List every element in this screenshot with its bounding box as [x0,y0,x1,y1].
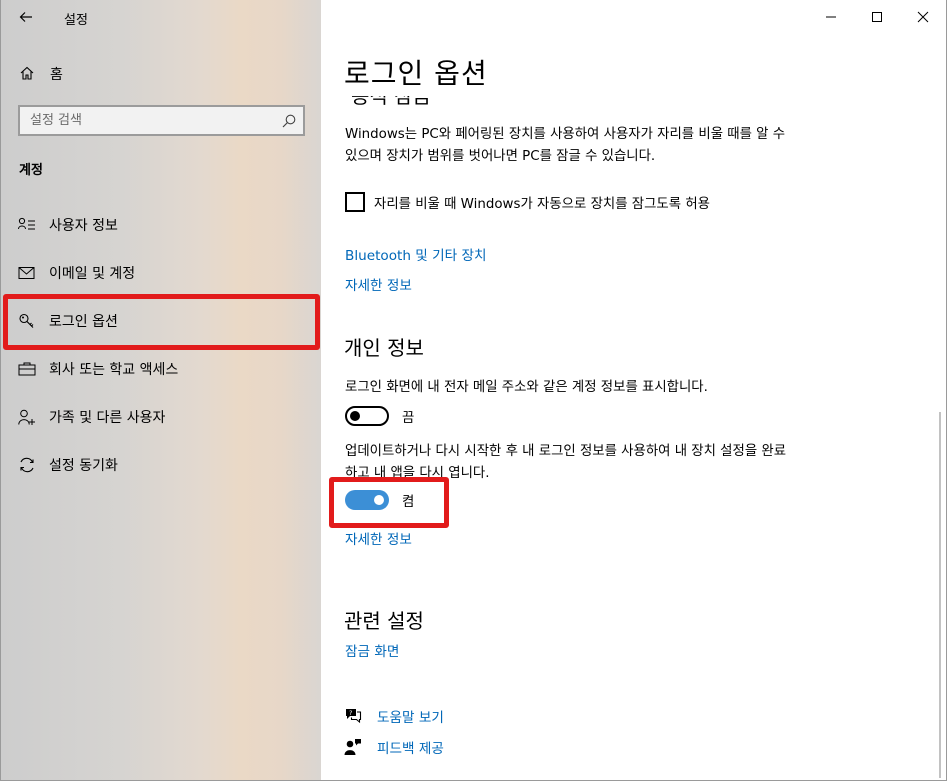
use-signin-info-text: 업데이트하거나 다시 시작한 후 내 로그인 정보를 사용하여 내 장치 설정을… [345,444,787,481]
page-title: 로그인 옵션 [344,57,488,90]
dynamic-lock-heading: 동적 잠금 [351,96,471,108]
sidebar-item-label: 가족 및 다른 사용자 [49,410,166,426]
toggle-state-label: 끔 [402,411,415,426]
get-help-row[interactable]: ? 도움말 보기 [344,706,444,726]
close-button[interactable] [900,0,946,34]
maximize-icon [872,12,882,22]
home-icon [20,66,34,80]
toggle-state-label: 켬 [402,495,415,510]
feedback-icon [344,739,361,755]
sidebar-item-label: 설정 동기화 [49,458,118,474]
maximize-button[interactable] [854,0,900,34]
help-chat-icon: ? [346,709,362,724]
show-account-details-toggle[interactable] [345,406,389,426]
feedback-row[interactable]: 피드백 제공 [344,737,444,757]
sidebar-item-label: 사용자 정보 [49,218,118,234]
user-info-icon [18,217,35,230]
more-info-link[interactable]: 자세한 정보 [345,274,412,294]
dynamic-lock-checkbox[interactable] [345,192,365,212]
sidebar-item-label: 이메일 및 계정 [49,266,136,282]
sidebar-item-home[interactable]: 홈 [1,58,322,88]
content-pane: 로그인 옵션 동적 잠금 Windows는 PC와 페어링된 장치를 사용하여 … [321,0,947,781]
mail-icon [18,267,35,279]
minimize-icon [826,16,836,18]
privacy-heading: 개인 정보 [344,336,424,360]
window-controls [808,0,946,34]
briefcase-icon [18,362,36,376]
search-icon[interactable] [281,113,297,129]
minimize-button[interactable] [808,0,854,34]
sync-icon [20,457,34,473]
sidebar-item-email-accounts[interactable]: 이메일 및 계정 [1,250,322,296]
dynamic-lock-heading-text: 동적 잠금 [351,96,431,108]
sidebar: 설정 홈 계정 사용자 정보 이메일 및 계정 [0,0,321,781]
key-icon [19,313,34,328]
lock-screen-link[interactable]: 잠금 화면 [345,640,399,660]
sidebar-item-sign-in-options[interactable]: 로그인 옵션 [1,298,322,344]
search-input[interactable] [20,107,270,134]
svg-text:?: ? [349,709,352,717]
sidebar-item-sync-settings[interactable]: 설정 동기화 [1,442,322,488]
show-account-details-text: 로그인 화면에 내 전자 메일 주소와 같은 계정 정보를 표시합니다. [345,380,708,395]
use-signin-info-toggle[interactable] [345,490,389,510]
show-account-details-toggle-row[interactable]: 끔 [345,406,414,426]
section-label: 계정 [19,163,43,178]
titlebar: 설정 [1,0,322,34]
dynamic-lock-checkbox-row[interactable]: 자리를 비울 때 Windows가 자동으로 장치를 잠그도록 허용 [345,191,710,213]
scrollbar[interactable] [939,412,941,778]
dynamic-lock-description: Windows는 PC와 페어링된 장치를 사용하여 사용자가 자리를 비울 때… [345,127,786,164]
dynamic-lock-checkbox-label: 자리를 비울 때 Windows가 자동으로 장치를 잠그도록 허용 [374,197,710,212]
sidebar-item-label: 로그인 옵션 [49,314,118,330]
sidebar-item-work-school[interactable]: 회사 또는 학교 액세스 [1,346,322,392]
more-info-link-2[interactable]: 자세한 정보 [345,528,412,548]
back-arrow-icon [19,12,32,22]
related-settings-heading: 관련 설정 [344,609,424,633]
back-button[interactable] [11,4,41,30]
sidebar-item-label: 회사 또는 학교 액세스 [49,362,179,378]
feedback-link[interactable]: 피드백 제공 [377,737,444,757]
use-signin-info-toggle-row[interactable]: 켬 [345,490,414,510]
bluetooth-devices-link[interactable]: Bluetooth 및 기타 장치 [345,244,487,264]
person-add-icon [18,409,35,425]
close-icon [917,11,929,23]
sidebar-item-family[interactable]: 가족 및 다른 사용자 [1,394,322,440]
app-title: 설정 [64,13,88,28]
get-help-link[interactable]: 도움말 보기 [377,706,444,726]
sidebar-item-user-info[interactable]: 사용자 정보 [1,202,322,248]
sidebar-item-label: 홈 [50,67,63,83]
search-box[interactable] [18,105,305,136]
